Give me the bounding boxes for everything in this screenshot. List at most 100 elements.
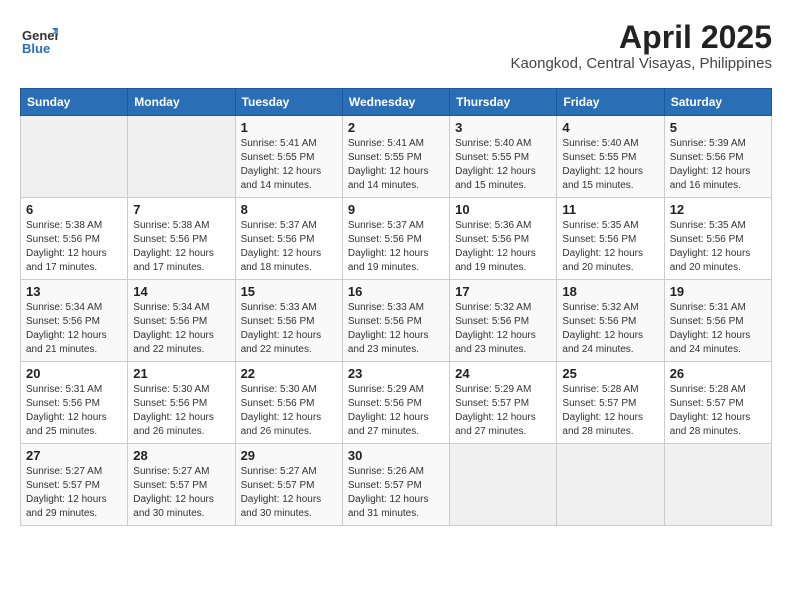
calendar-cell xyxy=(450,444,557,526)
day-number: 21 xyxy=(133,366,229,381)
calendar-week-row: 13 Sunrise: 5:34 AM Sunset: 5:56 PM Dayli… xyxy=(21,280,772,362)
day-info: Sunrise: 5:37 AM Sunset: 5:56 PM Dayligh… xyxy=(241,219,337,275)
day-info: Sunrise: 5:33 AM Sunset: 5:56 PM Dayligh… xyxy=(348,301,444,357)
day-info: Sunrise: 5:27 AM Sunset: 5:57 PM Dayligh… xyxy=(26,465,122,521)
day-number: 1 xyxy=(241,120,337,135)
day-info: Sunrise: 5:32 AM Sunset: 5:56 PM Dayligh… xyxy=(562,301,658,357)
calendar-cell: 28 Sunrise: 5:27 AM Sunset: 5:57 PM Dayli… xyxy=(128,444,235,526)
day-info: Sunrise: 5:33 AM Sunset: 5:56 PM Dayligh… xyxy=(241,301,337,357)
calendar-cell: 2 Sunrise: 5:41 AM Sunset: 5:55 PM Daylig… xyxy=(342,116,449,198)
day-number: 3 xyxy=(455,120,551,135)
day-number: 25 xyxy=(562,366,658,381)
calendar-cell: 13 Sunrise: 5:34 AM Sunset: 5:56 PM Dayli… xyxy=(21,280,128,362)
day-number: 20 xyxy=(26,366,122,381)
title-block: April 2025 Kaongkod, Central Visayas, Ph… xyxy=(510,20,772,72)
calendar-cell: 25 Sunrise: 5:28 AM Sunset: 5:57 PM Dayli… xyxy=(557,362,664,444)
day-info: Sunrise: 5:31 AM Sunset: 5:56 PM Dayligh… xyxy=(26,383,122,439)
calendar-cell: 21Sunrise: 5:30 AM Sunset: 5:56 PM Dayli… xyxy=(128,362,235,444)
calendar-cell: 15 Sunrise: 5:33 AM Sunset: 5:56 PM Dayli… xyxy=(235,280,342,362)
day-info: Sunrise: 5:26 AM Sunset: 5:57 PM Dayligh… xyxy=(348,465,444,521)
calendar-cell xyxy=(128,116,235,198)
day-info: Sunrise: 5:34 AM Sunset: 5:56 PM Dayligh… xyxy=(26,301,122,357)
day-number: 28 xyxy=(133,448,229,463)
calendar-cell: 4Sunrise: 5:40 AM Sunset: 5:55 PM Daylig… xyxy=(557,116,664,198)
calendar-cell xyxy=(21,116,128,198)
day-info: Sunrise: 5:32 AM Sunset: 5:56 PM Dayligh… xyxy=(455,301,551,357)
day-number: 29 xyxy=(241,448,337,463)
day-number: 7 xyxy=(133,202,229,217)
calendar-cell xyxy=(664,444,771,526)
day-info: Sunrise: 5:35 AM Sunset: 5:56 PM Dayligh… xyxy=(670,219,766,275)
day-number: 11 xyxy=(562,202,658,217)
day-number: 23 xyxy=(348,366,444,381)
day-number: 22 xyxy=(241,366,337,381)
day-info: Sunrise: 5:28 AM Sunset: 5:57 PM Dayligh… xyxy=(670,383,766,439)
svg-text:Blue: Blue xyxy=(22,41,50,56)
day-number: 8 xyxy=(241,202,337,217)
logo-graphic: General Blue xyxy=(20,20,58,63)
day-info: Sunrise: 5:29 AM Sunset: 5:57 PM Dayligh… xyxy=(455,383,551,439)
day-info: Sunrise: 5:30 AM Sunset: 5:56 PM Dayligh… xyxy=(241,383,337,439)
calendar-cell: 1Sunrise: 5:41 AM Sunset: 5:55 PM Daylig… xyxy=(235,116,342,198)
calendar-cell: 26Sunrise: 5:28 AM Sunset: 5:57 PM Dayli… xyxy=(664,362,771,444)
day-number: 15 xyxy=(241,284,337,299)
logo: General Blue xyxy=(20,20,58,63)
weekday-header-friday: Friday xyxy=(557,89,664,116)
calendar-cell: 16 Sunrise: 5:33 AM Sunset: 5:56 PM Dayli… xyxy=(342,280,449,362)
calendar-cell: 6 Sunrise: 5:38 AM Sunset: 5:56 PM Daylig… xyxy=(21,198,128,280)
weekday-header-tuesday: Tuesday xyxy=(235,89,342,116)
weekday-header-row: SundayMondayTuesdayWednesdayThursdayFrid… xyxy=(21,89,772,116)
calendar-cell: 14 Sunrise: 5:34 AM Sunset: 5:56 PM Dayli… xyxy=(128,280,235,362)
location-title: Kaongkod, Central Visayas, Philippines xyxy=(510,55,772,72)
day-info: Sunrise: 5:28 AM Sunset: 5:57 PM Dayligh… xyxy=(562,383,658,439)
day-info: Sunrise: 5:40 AM Sunset: 5:55 PM Dayligh… xyxy=(562,137,658,193)
day-number: 18 xyxy=(562,284,658,299)
weekday-header-thursday: Thursday xyxy=(450,89,557,116)
calendar-cell: 11 Sunrise: 5:35 AM Sunset: 5:56 PM Dayli… xyxy=(557,198,664,280)
day-info: Sunrise: 5:34 AM Sunset: 5:56 PM Dayligh… xyxy=(133,301,229,357)
day-info: Sunrise: 5:39 AM Sunset: 5:56 PM Dayligh… xyxy=(670,137,766,193)
day-info: Sunrise: 5:41 AM Sunset: 5:55 PM Dayligh… xyxy=(348,137,444,193)
calendar-cell: 10Sunrise: 5:36 AM Sunset: 5:56 PM Dayli… xyxy=(450,198,557,280)
day-info: Sunrise: 5:35 AM Sunset: 5:56 PM Dayligh… xyxy=(562,219,658,275)
month-title: April 2025 xyxy=(510,20,772,55)
day-number: 13 xyxy=(26,284,122,299)
day-number: 27 xyxy=(26,448,122,463)
calendar-cell: 22 Sunrise: 5:30 AM Sunset: 5:56 PM Dayli… xyxy=(235,362,342,444)
day-number: 12 xyxy=(670,202,766,217)
page-header: General Blue April 2025 Kaongkod, Centra… xyxy=(20,20,772,72)
calendar-cell: 17Sunrise: 5:32 AM Sunset: 5:56 PM Dayli… xyxy=(450,280,557,362)
weekday-header-saturday: Saturday xyxy=(664,89,771,116)
calendar-cell: 19Sunrise: 5:31 AM Sunset: 5:56 PM Dayli… xyxy=(664,280,771,362)
calendar-week-row: 20 Sunrise: 5:31 AM Sunset: 5:56 PM Dayli… xyxy=(21,362,772,444)
calendar-cell: 24 Sunrise: 5:29 AM Sunset: 5:57 PM Dayli… xyxy=(450,362,557,444)
calendar-cell: 12 Sunrise: 5:35 AM Sunset: 5:56 PM Dayli… xyxy=(664,198,771,280)
calendar-cell: 8 Sunrise: 5:37 AM Sunset: 5:56 PM Daylig… xyxy=(235,198,342,280)
calendar-cell: 3 Sunrise: 5:40 AM Sunset: 5:55 PM Daylig… xyxy=(450,116,557,198)
day-number: 14 xyxy=(133,284,229,299)
weekday-header-monday: Monday xyxy=(128,89,235,116)
day-info: Sunrise: 5:38 AM Sunset: 5:56 PM Dayligh… xyxy=(26,219,122,275)
calendar-cell: 9 Sunrise: 5:37 AM Sunset: 5:56 PM Daylig… xyxy=(342,198,449,280)
calendar-cell xyxy=(557,444,664,526)
day-info: Sunrise: 5:40 AM Sunset: 5:55 PM Dayligh… xyxy=(455,137,551,193)
calendar-week-row: 1 Sunrise: 5:41 AM Sunset: 5:55 PM Daylig… xyxy=(21,116,772,198)
weekday-header-wednesday: Wednesday xyxy=(342,89,449,116)
calendar-cell: 23 Sunrise: 5:29 AM Sunset: 5:56 PM Dayli… xyxy=(342,362,449,444)
day-info: Sunrise: 5:29 AM Sunset: 5:56 PM Dayligh… xyxy=(348,383,444,439)
day-number: 24 xyxy=(455,366,551,381)
calendar-week-row: 6 Sunrise: 5:38 AM Sunset: 5:56 PM Daylig… xyxy=(21,198,772,280)
day-number: 2 xyxy=(348,120,444,135)
day-info: Sunrise: 5:36 AM Sunset: 5:56 PM Dayligh… xyxy=(455,219,551,275)
day-number: 19 xyxy=(670,284,766,299)
calendar-cell: 18 Sunrise: 5:32 AM Sunset: 5:56 PM Dayli… xyxy=(557,280,664,362)
day-number: 16 xyxy=(348,284,444,299)
day-number: 6 xyxy=(26,202,122,217)
day-info: Sunrise: 5:27 AM Sunset: 5:57 PM Dayligh… xyxy=(133,465,229,521)
calendar-cell: 29Sunrise: 5:27 AM Sunset: 5:57 PM Dayli… xyxy=(235,444,342,526)
weekday-header-sunday: Sunday xyxy=(21,89,128,116)
day-info: Sunrise: 5:37 AM Sunset: 5:56 PM Dayligh… xyxy=(348,219,444,275)
calendar-cell: 30Sunrise: 5:26 AM Sunset: 5:57 PM Dayli… xyxy=(342,444,449,526)
calendar-cell: 5Sunrise: 5:39 AM Sunset: 5:56 PM Daylig… xyxy=(664,116,771,198)
day-number: 9 xyxy=(348,202,444,217)
